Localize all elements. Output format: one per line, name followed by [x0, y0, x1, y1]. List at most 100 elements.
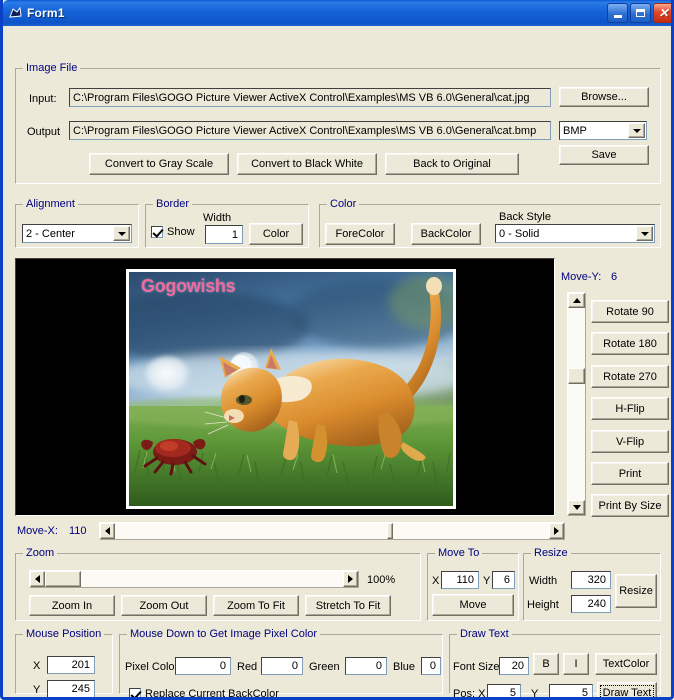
maximize-button[interactable] [630, 3, 651, 23]
image-horizontal-scrollbar[interactable] [99, 522, 565, 540]
rotate-270-button[interactable]: Rotate 270 [591, 365, 669, 388]
scroll-up-button[interactable] [568, 293, 585, 308]
window-title: Form1 [27, 6, 65, 20]
blue-label: Blue [393, 661, 416, 673]
print-by-size-button[interactable]: Print By Size [591, 494, 669, 517]
replace-backcolor-label: Replace Current BackColor [145, 688, 279, 700]
chevron-down-icon[interactable] [628, 123, 645, 138]
draw-text-button[interactable]: Draw Text [597, 682, 657, 697]
preview-photo: Gogowishs [126, 269, 456, 509]
alignment-select[interactable]: 2 - Center [22, 224, 132, 243]
border-show-checkbox[interactable]: Show [151, 226, 195, 238]
image-vertical-scrollbar[interactable] [567, 292, 586, 516]
browse-button[interactable]: Browse... [559, 87, 649, 107]
font-size-label: Font Size [453, 661, 500, 673]
zoom-track[interactable] [45, 571, 343, 587]
image-file-caption: Image File [23, 62, 81, 74]
chevron-down-icon[interactable] [113, 226, 130, 241]
photo-content: Gogowishs [129, 272, 453, 506]
title-bar: Form1 ✕ [3, 0, 671, 26]
minimize-button[interactable] [607, 3, 628, 23]
convert-black-white-button[interactable]: Convert to Black White [237, 153, 377, 175]
resize-button[interactable]: Resize [615, 574, 657, 608]
pixel-color-caption: Mouse Down to Get Image Pixel Color [127, 628, 321, 640]
draw-text-caption: Draw Text [457, 628, 512, 640]
rotate-90-button[interactable]: Rotate 90 [591, 300, 669, 323]
horizontal-scroll-thumb[interactable] [387, 523, 393, 539]
zoom-decrease-button[interactable] [30, 571, 45, 587]
alignment-caption: Alignment [23, 198, 78, 210]
blue-field: 0 [421, 657, 441, 675]
output-label: Output [27, 126, 61, 138]
output-format-value: BMP [563, 124, 587, 137]
pos-y-field[interactable]: 5 [549, 684, 593, 697]
mouse-x-field: 201 [47, 656, 95, 674]
resize-height-field[interactable]: 240 [571, 595, 611, 613]
image-preview[interactable]: Gogowishs [15, 258, 555, 516]
input-label: Input: [29, 93, 57, 105]
mouse-position-caption: Mouse Position [23, 628, 105, 640]
vertical-scroll-track[interactable] [568, 308, 585, 500]
zoom-to-fit-button[interactable]: Zoom To Fit [213, 595, 299, 616]
pixel-color-field: 0 [175, 657, 231, 675]
alignment-value: 2 - Center [26, 227, 75, 240]
form-client-area: Image File Input: C:\Program Files\GOGO … [3, 26, 671, 697]
rotate-180-button[interactable]: Rotate 180 [591, 332, 669, 355]
window-controls: ✕ [607, 3, 671, 23]
backcolor-button[interactable]: BackColor [411, 223, 481, 245]
back-to-original-button[interactable]: Back to Original [385, 153, 519, 175]
move-to-x-field[interactable]: 110 [441, 571, 479, 589]
zoom-slider[interactable] [29, 570, 359, 588]
replace-backcolor-checkbox[interactable]: Replace Current BackColor [129, 688, 279, 700]
zoom-percent-value: 100% [367, 574, 396, 586]
back-style-select[interactable]: 0 - Solid [495, 224, 655, 243]
red-label: Red [237, 661, 258, 673]
mouse-x-label: X [33, 660, 41, 672]
move-button[interactable]: Move [432, 594, 514, 616]
textcolor-button[interactable]: TextColor [595, 653, 657, 675]
scroll-down-button[interactable] [568, 500, 585, 515]
h-flip-button[interactable]: H-Flip [591, 397, 669, 420]
move-y-value: 6 [611, 271, 618, 283]
close-button[interactable]: ✕ [653, 3, 671, 23]
move-to-caption: Move To [435, 547, 483, 559]
scroll-right-button[interactable] [549, 523, 564, 539]
pos-x-label: Pos: X [453, 688, 486, 700]
pixel-color-label: Pixel Color [125, 661, 179, 673]
red-field: 0 [261, 657, 303, 675]
print-button[interactable]: Print [591, 462, 669, 485]
move-to-y-field[interactable]: 6 [492, 571, 515, 589]
move-y-label: Move-Y: [561, 271, 602, 283]
zoom-out-button[interactable]: Zoom Out [121, 595, 207, 616]
input-path-field[interactable]: C:\Program Files\GOGO Picture Viewer Act… [69, 88, 551, 107]
convert-gray-scale-button[interactable]: Convert to Gray Scale [89, 153, 229, 175]
vertical-scroll-thumb[interactable] [568, 368, 585, 384]
green-field: 0 [345, 657, 387, 675]
checkmark-icon [151, 226, 163, 238]
border-color-button[interactable]: Color [249, 223, 303, 245]
horizontal-scroll-track[interactable] [115, 523, 549, 539]
output-path-field[interactable]: C:\Program Files\GOGO Picture Viewer Act… [69, 121, 551, 140]
pos-y-label: Y [531, 688, 539, 700]
font-size-field[interactable]: 20 [499, 657, 529, 675]
resize-width-field[interactable]: 320 [571, 571, 611, 589]
move-to-y-label: Y [483, 575, 491, 587]
chevron-down-icon[interactable] [636, 226, 653, 241]
save-button[interactable]: Save [559, 145, 649, 165]
pos-x-field[interactable]: 5 [487, 684, 521, 697]
form-icon [8, 6, 23, 21]
bold-button[interactable]: B [533, 653, 559, 675]
zoom-thumb[interactable] [45, 571, 81, 587]
move-x-value: 110 [69, 525, 87, 537]
zoom-increase-button[interactable] [343, 571, 358, 587]
border-caption: Border [153, 198, 193, 210]
scroll-left-button[interactable] [100, 523, 115, 539]
border-width-field[interactable]: 1 [205, 225, 243, 244]
output-format-select[interactable]: BMP [559, 121, 647, 140]
v-flip-button[interactable]: V-Flip [591, 430, 669, 453]
zoom-in-button[interactable]: Zoom In [29, 595, 115, 616]
italic-button[interactable]: I [563, 653, 589, 675]
stretch-to-fit-button[interactable]: Stretch To Fit [305, 595, 391, 616]
forecolor-button[interactable]: ForeColor [325, 223, 395, 245]
cat-photo-illustration [129, 272, 453, 506]
